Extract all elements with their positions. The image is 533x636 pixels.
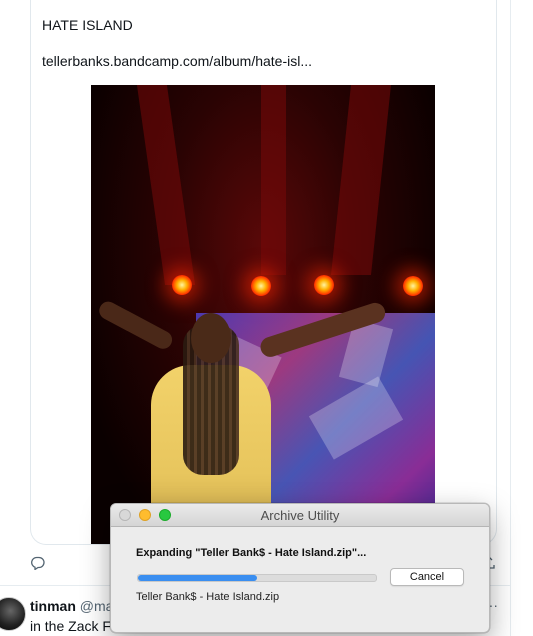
reply-text: in the Zack Fo [30,618,119,634]
avatar[interactable] [0,597,26,631]
window-titlebar[interactable]: Archive Utility [111,504,489,527]
timeline-border [510,0,511,636]
stage-light [403,276,423,296]
performer-head [191,313,231,363]
window-title: Archive Utility [260,508,340,523]
stage-light [314,275,334,295]
reply-author[interactable]: tinman @ma [30,598,113,614]
progress-bar [137,574,377,582]
stage-light [172,275,192,295]
tweet-photo[interactable] [91,85,435,544]
backdrop-shard [308,376,404,460]
cancel-button[interactable]: Cancel [390,568,464,586]
reply-icon[interactable] [31,556,45,570]
performer-arm [96,298,176,352]
archive-utility-window[interactable]: Archive Utility Expanding "Teller Bank$ … [110,503,490,633]
tweet-link[interactable]: tellerbanks.bandcamp.com/album/hate-isl.… [42,53,312,69]
stage-light [251,276,271,296]
archive-file-name: Teller Bank$ - Hate Island.zip [136,591,280,603]
tweet-text-title: HATE ISLAND [42,17,133,33]
stage-beam [331,85,391,275]
stage-beam [136,85,196,285]
stage-beam [261,85,286,275]
reply-author-handle[interactable]: @ma [80,598,114,614]
reply-author-name[interactable]: tinman [30,598,76,614]
progress-fill [138,575,257,581]
expanding-status: Expanding "Teller Bank$ - Hate Island.zi… [136,547,367,559]
